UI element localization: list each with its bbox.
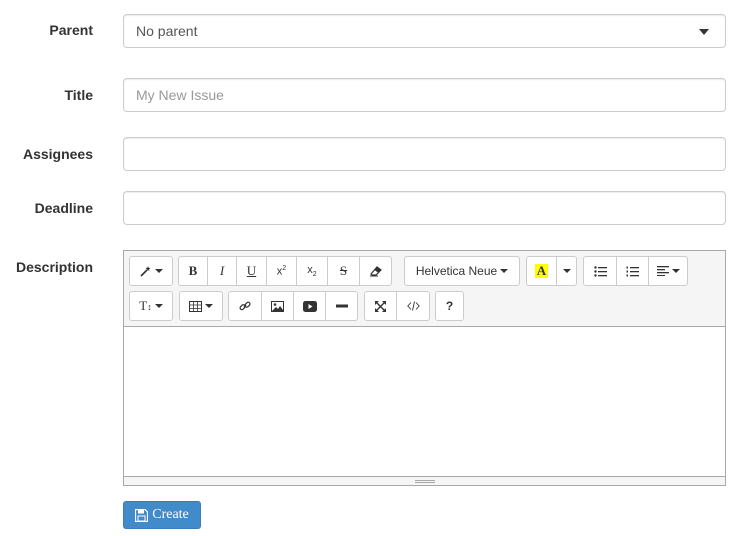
editor-resize-handle[interactable] <box>124 476 725 485</box>
assignees-input[interactable] <box>123 137 726 171</box>
description-editor: B I U x2 x2 S Helvetica Neue A T↕ ? <box>123 250 726 486</box>
eraser-icon <box>369 266 382 277</box>
title-input-placeholder: My New Issue <box>136 87 224 103</box>
highlight-color-button[interactable]: A <box>526 256 557 286</box>
font-style-group: B I U x2 x2 S <box>178 256 392 286</box>
editor-toolbar: B I U x2 x2 S Helvetica Neue A T↕ ? <box>124 251 725 327</box>
code-view-button[interactable] <box>396 291 430 321</box>
subscript-button[interactable]: x2 <box>296 256 328 286</box>
strikethrough-button[interactable]: S <box>327 256 360 286</box>
underline-button[interactable]: U <box>236 256 267 286</box>
align-left-icon <box>656 266 669 276</box>
description-editable-area[interactable] <box>124 327 725 477</box>
style-button[interactable] <box>129 256 173 286</box>
superscript-icon: x2 <box>276 264 287 278</box>
help-button[interactable]: ? <box>435 291 464 321</box>
view-group <box>364 291 430 321</box>
insert-group <box>228 291 358 321</box>
title-input[interactable]: My New Issue <box>123 78 726 112</box>
grip-icon <box>414 479 435 484</box>
highlight-color-swatch: A <box>534 263 549 278</box>
link-button[interactable] <box>228 291 262 321</box>
ordered-list-button[interactable] <box>616 256 649 286</box>
bold-button[interactable]: B <box>178 256 208 286</box>
style-group <box>129 256 173 286</box>
unordered-list-button[interactable] <box>583 256 617 286</box>
font-name-dropdown[interactable]: Helvetica Neue <box>404 256 520 286</box>
font-name-label: Helvetica Neue <box>415 264 498 278</box>
text-height-icon: T↕ <box>139 298 152 313</box>
code-icon <box>406 301 420 311</box>
table-dropdown[interactable] <box>179 291 223 321</box>
fullscreen-button[interactable] <box>364 291 397 321</box>
assignees-label: Assignees <box>22 146 93 162</box>
parent-label: Parent <box>49 22 93 38</box>
title-label: Title <box>64 87 93 103</box>
chevron-down-icon <box>699 29 709 35</box>
chevron-down-icon <box>205 304 213 308</box>
save-icon <box>135 508 149 522</box>
ordered-list-icon <box>626 266 639 276</box>
table-icon <box>189 300 202 312</box>
fullscreen-icon <box>375 300 386 312</box>
deadline-input[interactable] <box>123 191 726 225</box>
chevron-down-icon <box>154 304 163 308</box>
create-button-label: Create <box>152 507 189 522</box>
unordered-list-icon <box>593 265 607 277</box>
align-dropdown-button[interactable] <box>648 256 688 286</box>
deadline-label: Deadline <box>34 200 93 216</box>
color-group: A <box>526 256 577 286</box>
image-button[interactable] <box>261 291 294 321</box>
image-icon <box>271 300 284 312</box>
create-button[interactable]: Create <box>123 501 201 529</box>
horizontal-rule-button[interactable] <box>325 291 358 321</box>
paragraph-group <box>583 256 688 286</box>
parent-select-value: No parent <box>136 23 198 39</box>
help-group: ? <box>435 291 464 321</box>
subscript-icon: x2 <box>307 263 317 279</box>
text-size-dropdown[interactable]: T↕ <box>129 291 173 321</box>
chevron-down-icon <box>154 269 163 273</box>
font-name-group: Helvetica Neue <box>404 256 520 286</box>
table-group <box>179 291 223 321</box>
parent-select[interactable]: No parent <box>123 14 726 48</box>
chevron-down-icon <box>562 269 571 273</box>
italic-button[interactable]: I <box>207 256 237 286</box>
color-dropdown-button[interactable] <box>556 256 577 286</box>
text-size-group: T↕ <box>129 291 173 321</box>
magic-wand-icon <box>139 266 150 277</box>
video-icon <box>302 300 317 312</box>
superscript-button[interactable]: x2 <box>266 256 297 286</box>
chevron-down-icon <box>500 269 509 273</box>
video-button[interactable] <box>293 291 326 321</box>
link-icon <box>239 301 251 311</box>
chevron-down-icon <box>671 269 680 273</box>
horizontal-rule-icon <box>335 304 348 308</box>
description-label: Description <box>15 259 93 275</box>
clear-format-button[interactable] <box>359 256 392 286</box>
